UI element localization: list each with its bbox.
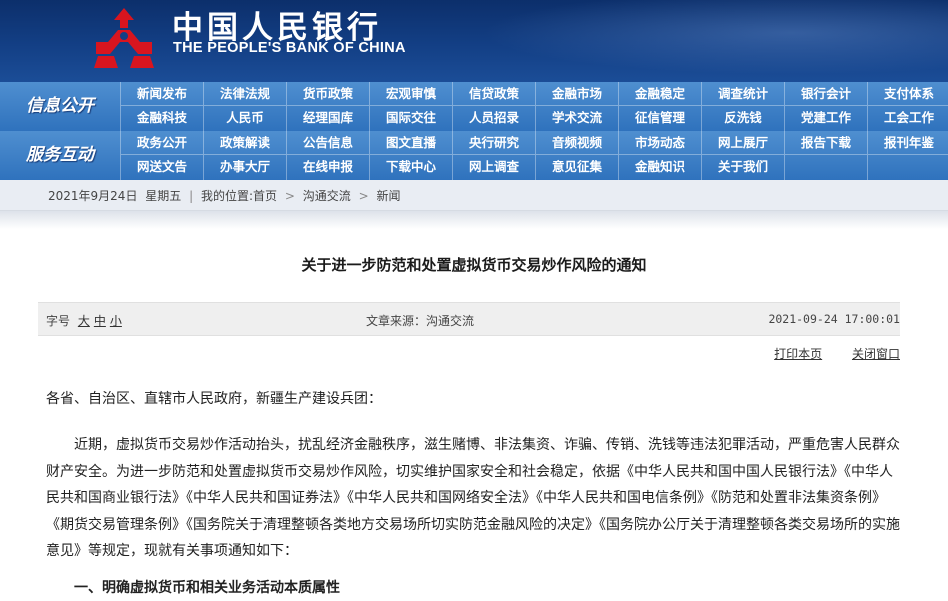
article-paragraph: 近期，虚拟货币交易炒作活动抬头，扰乱经济金融秩序，滋生赌博、非法集资、诈骗、传销… <box>46 437 900 559</box>
nav-item[interactable]: 党建工作 <box>784 106 867 131</box>
font-size-medium[interactable]: 中 <box>94 314 106 328</box>
article-section-heading: 一、明确虚拟货币和相关业务活动本质属性 <box>74 579 340 596</box>
current-date: 2021年9月24日 <box>48 189 138 203</box>
nav-item[interactable]: 图文直播 <box>369 131 452 155</box>
font-size-label: 字号 <box>46 314 71 328</box>
nav-item[interactable]: 下载中心 <box>369 155 452 180</box>
breadcrumb-communication[interactable]: 沟通交流 <box>303 189 351 203</box>
nav-item[interactable]: 网上调查 <box>452 155 535 180</box>
nav-title-service: 服务互动 <box>26 145 94 165</box>
nav-item[interactable]: 法律法规 <box>203 82 286 106</box>
nav-item[interactable]: 银行会计 <box>784 82 867 106</box>
nav-item[interactable]: 调查统计 <box>701 82 784 106</box>
nav-item[interactable]: 支付体系 <box>867 82 948 106</box>
font-size-small[interactable]: 小 <box>110 314 122 328</box>
print-page-link[interactable]: 打印本页 <box>774 347 822 361</box>
header-decoration <box>428 0 948 82</box>
article-addressee: 各省、自治区、直辖市人民政府，新疆生产建设兵团： <box>46 391 382 407</box>
article-actions: 打印本页 关闭窗口 <box>748 345 900 362</box>
nav-item[interactable]: 人员招录 <box>452 106 535 131</box>
nav-item[interactable]: 网送文告 <box>120 155 203 180</box>
nav-grid-info: 新闻发布 法律法规 货币政策 宏观审慎 信贷政策 金融市场 金融稳定 调查统计 … <box>120 82 948 131</box>
nav-item[interactable]: 人民币 <box>203 106 286 131</box>
nav-item[interactable]: 网上展厅 <box>701 131 784 155</box>
nav-item[interactable]: 公告信息 <box>286 131 369 155</box>
font-size-controls: 字号 大中小 <box>46 312 122 329</box>
nav-item[interactable]: 金融市场 <box>535 82 618 106</box>
nav-item[interactable]: 国际交往 <box>369 106 452 131</box>
nav-grid-service: 政务公开 政策解读 公告信息 图文直播 央行研究 音频视频 市场动态 网上展厅 … <box>120 131 948 180</box>
nav-title-info: 信息公开 <box>26 96 94 116</box>
nav-item-empty <box>784 155 867 180</box>
nav-item[interactable]: 在线申报 <box>286 155 369 180</box>
site-header: 中国人民银行 THE PEOPLE'S BANK OF CHINA <box>0 0 948 82</box>
location-label: 我的位置: <box>201 189 254 203</box>
nav-item[interactable]: 政务公开 <box>120 131 203 155</box>
nav-item[interactable]: 金融知识 <box>618 155 701 180</box>
nav-item[interactable]: 反洗钱 <box>701 106 784 131</box>
breadcrumb-separator: > <box>284 189 295 203</box>
breadcrumb-separator: | <box>189 189 194 203</box>
article-info-bar: 字号 大中小 文章来源：沟通交流 2021-09-24 17:00:01 <box>38 302 900 336</box>
breadcrumb-separator: > <box>358 189 369 203</box>
nav-item[interactable]: 宏观审慎 <box>369 82 452 106</box>
article-title: 关于进一步防范和处置虚拟货币交易炒作风险的通知 <box>301 256 647 274</box>
nav-item[interactable]: 政策解读 <box>203 131 286 155</box>
article-source: 文章来源：沟通交流 <box>366 314 475 328</box>
close-window-link[interactable]: 关闭窗口 <box>852 347 900 361</box>
breadcrumb-home[interactable]: 首页 <box>253 189 277 203</box>
nav-item[interactable]: 报告下载 <box>784 131 867 155</box>
nav-row-info: 信息公开 新闻发布 法律法规 货币政策 宏观审慎 信贷政策 金融市场 金融稳定 … <box>0 82 948 131</box>
bank-name-en: THE PEOPLE'S BANK OF CHINA <box>173 40 406 56</box>
nav-item[interactable]: 新闻发布 <box>120 82 203 106</box>
breadcrumb-bar: 2021年9月24日 星期五 | 我的位置:首页 > 沟通交流 > 新闻 <box>0 180 948 211</box>
article-content: 各省、自治区、直辖市人民政府，新疆生产建设兵团： 近期，虚拟货币交易炒作活动抬头… <box>46 386 906 601</box>
nav-item[interactable]: 经理国库 <box>286 106 369 131</box>
nav-item[interactable]: 央行研究 <box>452 131 535 155</box>
nav-item[interactable]: 办事大厅 <box>203 155 286 180</box>
breadcrumb-news[interactable]: 新闻 <box>377 189 401 203</box>
nav-row-service: 服务互动 政务公开 政策解读 公告信息 图文直播 央行研究 音频视频 市场动态 … <box>0 131 948 180</box>
current-weekday: 星期五 <box>145 189 182 203</box>
breadcrumb: 2021年9月24日 星期五 | 我的位置:首页 > 沟通交流 > 新闻 <box>48 187 401 204</box>
nav-item[interactable]: 金融科技 <box>120 106 203 131</box>
breadcrumb-shadow <box>0 211 948 229</box>
nav-item[interactable]: 征信管理 <box>618 106 701 131</box>
nav-item[interactable]: 工会工作 <box>867 106 948 131</box>
nav-item[interactable]: 市场动态 <box>618 131 701 155</box>
nav-item[interactable]: 金融稳定 <box>618 82 701 106</box>
pboc-emblem-icon <box>94 8 154 68</box>
font-size-large[interactable]: 大 <box>78 314 90 328</box>
nav-item[interactable]: 信贷政策 <box>452 82 535 106</box>
nav-item[interactable]: 货币政策 <box>286 82 369 106</box>
nav-item[interactable]: 关于我们 <box>701 155 784 180</box>
nav-item[interactable]: 学术交流 <box>535 106 618 131</box>
nav-item[interactable]: 报刊年鉴 <box>867 131 948 155</box>
nav-item-empty <box>867 155 948 180</box>
article-datetime: 2021-09-24 17:00:01 <box>768 312 900 326</box>
nav-item[interactable]: 音频视频 <box>535 131 618 155</box>
nav-item[interactable]: 意见征集 <box>535 155 618 180</box>
